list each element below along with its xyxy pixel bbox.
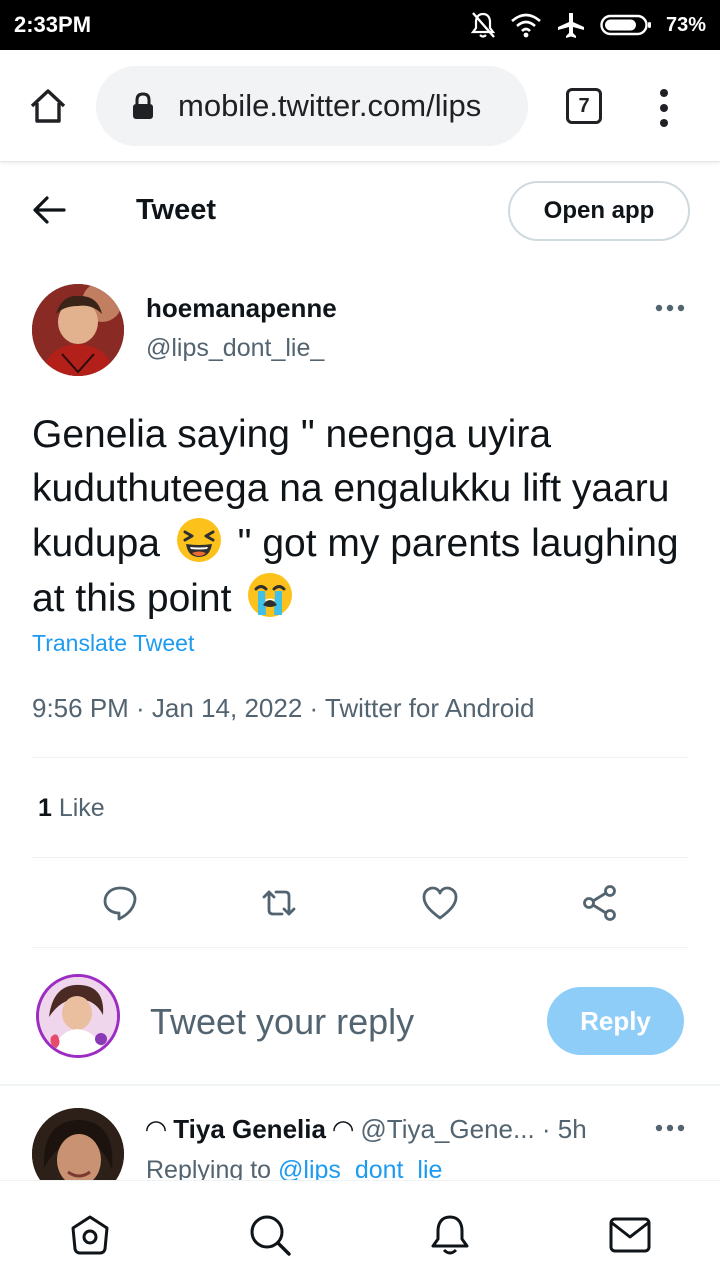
like-count[interactable]: 1 Like xyxy=(38,794,105,823)
retweet-icon[interactable] xyxy=(260,884,298,922)
battery-percent: 73% xyxy=(665,13,706,36)
bottom-navigation xyxy=(0,1180,720,1280)
translate-tweet-link[interactable]: Translate Tweet xyxy=(32,630,194,657)
avatar-image xyxy=(32,284,124,376)
my-avatar-image xyxy=(39,977,117,1055)
open-app-button[interactable]: Open app xyxy=(508,181,690,241)
back-arrow-icon[interactable] xyxy=(32,194,68,226)
reply-button[interactable]: Reply xyxy=(547,987,684,1055)
bell-off-icon xyxy=(470,12,496,38)
url-bar[interactable]: mobile.twitter.com/lips xyxy=(96,66,528,146)
bell-icon[interactable] xyxy=(428,1213,472,1257)
reply-input[interactable] xyxy=(150,998,530,1046)
section-divider xyxy=(0,1084,720,1086)
divider xyxy=(32,757,688,758)
crying-emoji-icon xyxy=(248,573,293,617)
more-horiz-icon[interactable] xyxy=(654,1122,686,1134)
wifi-icon xyxy=(511,13,541,38)
status-bar: 2:33PM 73% xyxy=(0,0,720,50)
like-number: 1 xyxy=(38,794,52,822)
search-icon[interactable] xyxy=(248,1213,292,1257)
divider xyxy=(32,947,688,948)
reply-handle-time: @Tiya_Gene... · 5h xyxy=(353,1114,587,1144)
like-label: Like xyxy=(51,794,105,822)
more-horiz-icon[interactable] xyxy=(654,302,686,314)
reply-header: ◠ Tiya Genelia ◠ @Tiya_Gene... · 5h xyxy=(146,1114,646,1145)
heart-icon[interactable] xyxy=(421,884,459,922)
lock-icon xyxy=(133,92,153,119)
author-display-name[interactable]: hoemanapenne xyxy=(146,293,337,324)
divider xyxy=(32,857,688,858)
tweet-metadata: 9:56 PM · Jan 14, 2022 · Twitter for And… xyxy=(32,693,535,723)
page-title: Tweet xyxy=(136,194,217,226)
browser-toolbar: mobile.twitter.com/lips 7 xyxy=(0,50,720,162)
status-icons: 73% xyxy=(470,11,706,39)
status-time: 2:33PM xyxy=(14,12,92,37)
airplane-icon xyxy=(557,13,584,38)
author-handle[interactable]: @lips_dont_lie_ xyxy=(146,334,324,363)
battery-icon xyxy=(600,14,651,36)
more-vert-icon[interactable] xyxy=(654,88,674,128)
comment-icon[interactable] xyxy=(101,884,139,922)
share-icon[interactable] xyxy=(581,884,619,922)
my-avatar[interactable] xyxy=(36,974,120,1058)
url-text: mobile.twitter.com/lips xyxy=(178,88,482,123)
reply-author-name[interactable]: ◠ Tiya Genelia ◠ xyxy=(146,1114,353,1144)
home-icon[interactable] xyxy=(28,86,68,126)
mail-icon[interactable] xyxy=(608,1213,652,1257)
avatar[interactable] xyxy=(32,284,124,376)
laughing-emoji-icon xyxy=(176,518,221,562)
tweet-text: Genelia saying " neenga uyira kuduthutee… xyxy=(32,408,692,626)
home-icon[interactable] xyxy=(68,1213,112,1257)
tab-switcher-button[interactable]: 7 xyxy=(566,88,602,124)
